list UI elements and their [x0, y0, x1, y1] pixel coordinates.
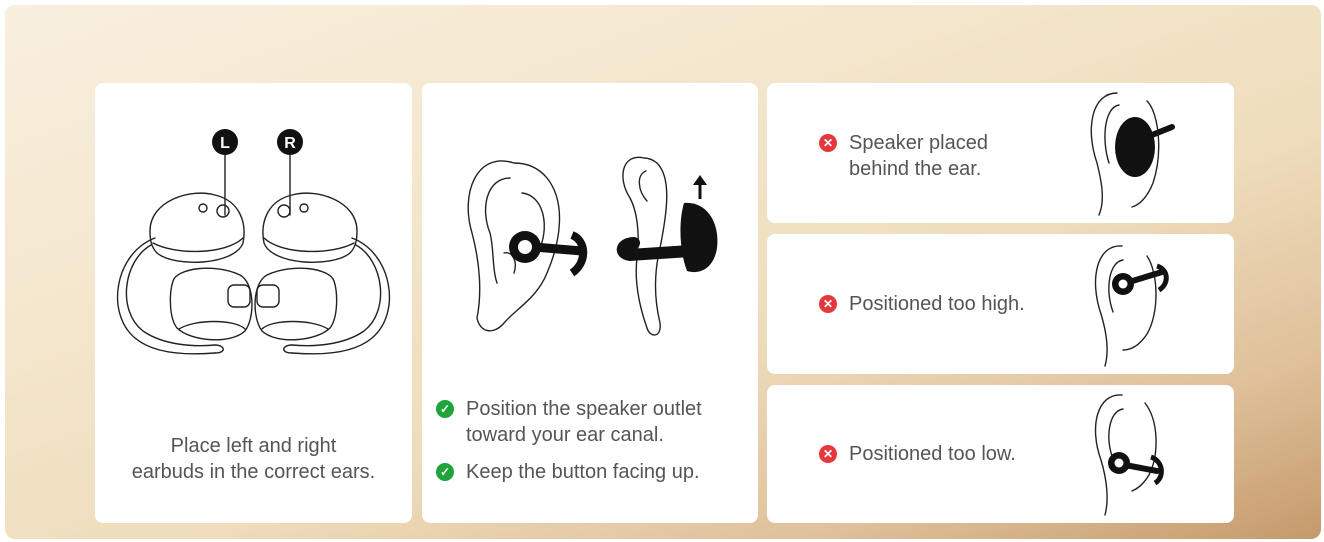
check-circle-icon: ✓ [436, 400, 454, 418]
left-badge-text: L [220, 135, 230, 152]
correct-wear-illustration [467, 156, 718, 336]
tip1-line-1: Position the speaker outlet [466, 398, 702, 420]
instruction-banner: L R Place left and right earbuds in the … [5, 5, 1321, 539]
tip1-line-2: toward your ear canal. [466, 424, 664, 446]
tip2-text: Keep the button facing up. [466, 461, 700, 483]
wrong-behind-ear-card: ✕ Speaker placed behind the ear. [767, 83, 1234, 223]
tip-button-up: ✓ Keep the button facing up. [436, 459, 700, 485]
wrong-too-high-card: ✕ Positioned too high. [767, 234, 1234, 374]
too-high-illustration [1094, 245, 1169, 367]
orientation-caption: Place left and right earbuds in the corr… [95, 433, 412, 485]
earbuds-illustration: L R [116, 129, 391, 355]
caption-line-1: Place left and right [170, 435, 337, 457]
behind-ear-illustration [1090, 92, 1175, 216]
tip-speaker-outlet: ✓ Position the speaker outlet toward you… [436, 396, 702, 448]
wrong-too-low-card: ✕ Positioned too low. [767, 385, 1234, 523]
correct-position-card: ✓ Position the speaker outlet toward you… [422, 83, 758, 523]
caption-line-2: earbuds in the correct ears. [131, 461, 376, 483]
too-low-illustration [1094, 394, 1164, 516]
check-circle-icon: ✓ [436, 463, 454, 481]
right-badge-text: R [284, 135, 296, 152]
earbud-orientation-card: L R Place left and right earbuds in the … [95, 83, 412, 523]
